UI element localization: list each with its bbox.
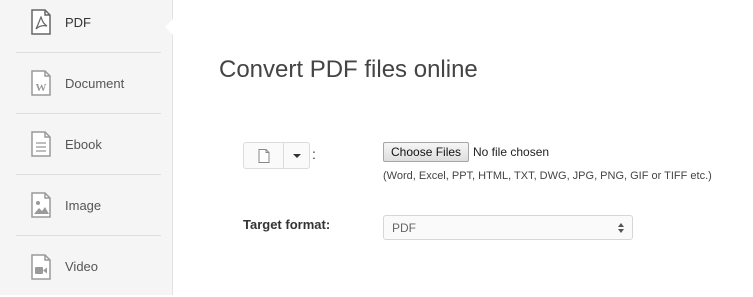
chevron-down-icon[interactable]	[284, 143, 309, 168]
sidebar: PDF W Document Ebook Image Video	[0, 0, 174, 297]
target-format-label: Target format:	[243, 217, 331, 232]
sidebar-item-video[interactable]: Video	[16, 236, 161, 297]
active-indicator	[165, 18, 174, 36]
choose-files-button[interactable]: Choose Files	[383, 142, 470, 162]
upload-label-colon: :	[312, 146, 316, 162]
target-format-value: PDF	[392, 220, 416, 235]
sidebar-item-ebook[interactable]: Ebook	[16, 114, 161, 175]
file-icon[interactable]	[244, 143, 284, 168]
page-title: Convert PDF files online	[219, 56, 478, 83]
sidebar-item-label: Video	[65, 259, 99, 274]
svg-text:W: W	[36, 82, 47, 94]
supported-formats-hint: (Word, Excel, PPT, HTML, TXT, DWG, JPG, …	[383, 170, 712, 182]
select-arrows-icon	[610, 222, 632, 234]
target-format-select[interactable]: PDF	[383, 215, 633, 240]
sidebar-item-label: PDF	[65, 14, 91, 30]
ebook-icon	[29, 130, 53, 158]
pdf-icon	[29, 8, 53, 36]
file-status-text: No file chosen	[473, 145, 550, 159]
upload-source-button[interactable]	[243, 142, 310, 169]
sidebar-item-pdf[interactable]: PDF	[16, 0, 161, 53]
sidebar-item-label: Ebook	[65, 136, 102, 152]
sidebar-item-label: Image	[65, 197, 102, 213]
word-document-icon: W	[29, 69, 53, 97]
sidebar-item-label: Document	[65, 75, 125, 91]
sidebar-item-document[interactable]: W Document	[16, 53, 161, 114]
video-icon	[29, 253, 53, 281]
image-icon	[29, 191, 53, 219]
sidebar-item-image[interactable]: Image	[16, 175, 161, 236]
